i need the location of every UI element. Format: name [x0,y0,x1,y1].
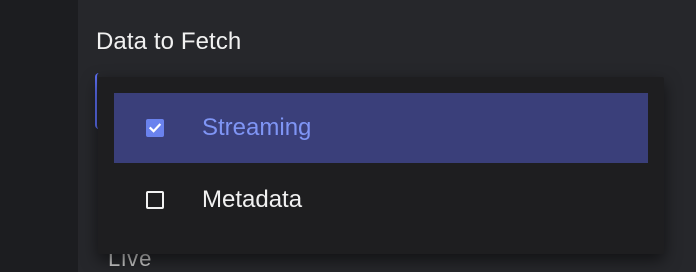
checkbox-unchecked-icon[interactable] [146,191,164,209]
dropdown-menu: Streaming Metadata [98,77,664,254]
field-title: Data to Fetch [96,28,242,55]
option-metadata[interactable]: Metadata [114,165,648,235]
option-label: Streaming [202,114,312,141]
option-streaming[interactable]: Streaming [114,93,648,163]
left-sidebar-strip [0,0,78,272]
option-label: Metadata [202,186,303,213]
checkbox-checked-icon[interactable] [146,119,164,137]
